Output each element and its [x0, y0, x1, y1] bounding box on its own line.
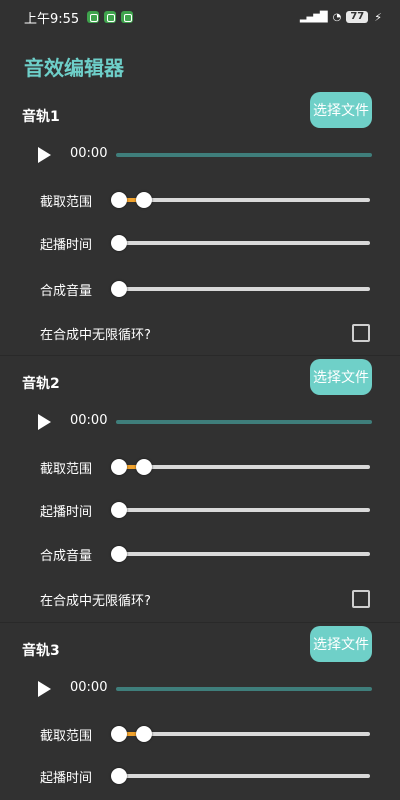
loop-checkbox[interactable] — [352, 590, 370, 608]
audio-player: 00:00 — [0, 679, 400, 701]
wifi-icon: ◔ — [332, 11, 342, 23]
crop-end-thumb[interactable] — [136, 726, 152, 742]
track-name: 音轨3 — [22, 643, 60, 659]
track-header: 音轨3 选择文件 — [0, 626, 400, 670]
playback-progress[interactable] — [116, 687, 372, 691]
crop-range-slider[interactable] — [120, 732, 370, 736]
battery-icon: 77 — [346, 11, 369, 23]
track-name: 音轨1 — [22, 109, 60, 125]
track-divider — [0, 355, 400, 356]
playback-progress[interactable] — [116, 420, 372, 424]
choose-file-button[interactable]: 选择文件 — [310, 92, 372, 128]
crop-range-row: 截取范围 — [0, 722, 400, 746]
choose-file-button[interactable]: 选择文件 — [310, 359, 372, 395]
status-time: 上午9:55 — [24, 11, 80, 27]
track-header: 音轨1 选择文件 — [0, 92, 400, 136]
crop-range-slider[interactable] — [120, 465, 370, 469]
start-time-thumb[interactable] — [111, 502, 127, 518]
loop-row: 在合成中无限循环? — [0, 321, 400, 345]
mix-volume-label: 合成音量 — [40, 284, 93, 299]
crop-range-label: 截取范围 — [40, 462, 93, 477]
status-bar: 上午9:55 ▂▄▆█ ◔ 77 ⚡ — [0, 0, 400, 34]
start-time-row: 起播时间 — [0, 764, 400, 788]
start-time-slider[interactable] — [120, 508, 370, 512]
start-time-label: 起播时间 — [40, 505, 93, 520]
play-time: 00:00 — [70, 413, 108, 428]
notification-wechat-icon — [104, 11, 117, 23]
mix-volume-thumb[interactable] — [111, 546, 127, 562]
crop-start-thumb[interactable] — [111, 192, 127, 208]
status-indicators: ▂▄▆█ ◔ 77 ⚡ — [300, 11, 382, 24]
audio-player: 00:00 — [0, 412, 400, 434]
start-time-thumb[interactable] — [111, 235, 127, 251]
track-name: 音轨2 — [22, 376, 60, 392]
crop-range-slider[interactable] — [120, 198, 370, 202]
notification-app-icon — [87, 11, 100, 23]
start-time-row: 起播时间 — [0, 498, 400, 522]
crop-range-row: 截取范围 — [0, 188, 400, 212]
mix-volume-slider[interactable] — [120, 552, 370, 556]
charging-icon: ⚡ — [374, 10, 382, 24]
crop-range-label: 截取范围 — [40, 729, 93, 744]
crop-start-thumb[interactable] — [111, 459, 127, 475]
crop-end-thumb[interactable] — [136, 192, 152, 208]
start-time-label: 起播时间 — [40, 238, 93, 253]
app-title: 音效编辑器 — [24, 56, 124, 80]
start-time-slider[interactable] — [120, 241, 370, 245]
mix-volume-row: 合成音量 — [0, 542, 400, 566]
playback-progress[interactable] — [116, 153, 372, 157]
start-time-label: 起播时间 — [40, 771, 93, 786]
crop-range-label: 截取范围 — [40, 195, 93, 210]
mix-volume-row: 合成音量 — [0, 277, 400, 301]
crop-range-row: 截取范围 — [0, 455, 400, 479]
start-time-row: 起播时间 — [0, 231, 400, 255]
start-time-thumb[interactable] — [111, 768, 127, 784]
loop-row: 在合成中无限循环? — [0, 587, 400, 611]
play-time: 00:00 — [70, 146, 108, 161]
signal-icon: ▂▄▆█ — [299, 11, 328, 23]
track-divider — [0, 622, 400, 623]
play-icon[interactable] — [38, 414, 51, 430]
track-header: 音轨2 选择文件 — [0, 359, 400, 403]
mix-volume-label: 合成音量 — [40, 549, 93, 564]
play-icon[interactable] — [38, 147, 51, 163]
choose-file-button[interactable]: 选择文件 — [310, 626, 372, 662]
crop-end-thumb[interactable] — [136, 459, 152, 475]
play-icon[interactable] — [38, 681, 51, 697]
play-time: 00:00 — [70, 680, 108, 695]
loop-label: 在合成中无限循环? — [40, 594, 151, 609]
notification-wechat-icon-2 — [121, 11, 134, 23]
start-time-slider[interactable] — [120, 774, 370, 778]
audio-player: 00:00 — [0, 145, 400, 167]
crop-start-thumb[interactable] — [111, 726, 127, 742]
loop-label: 在合成中无限循环? — [40, 328, 151, 343]
mix-volume-thumb[interactable] — [111, 281, 127, 297]
mix-volume-slider[interactable] — [120, 287, 370, 291]
loop-checkbox[interactable] — [352, 324, 370, 342]
